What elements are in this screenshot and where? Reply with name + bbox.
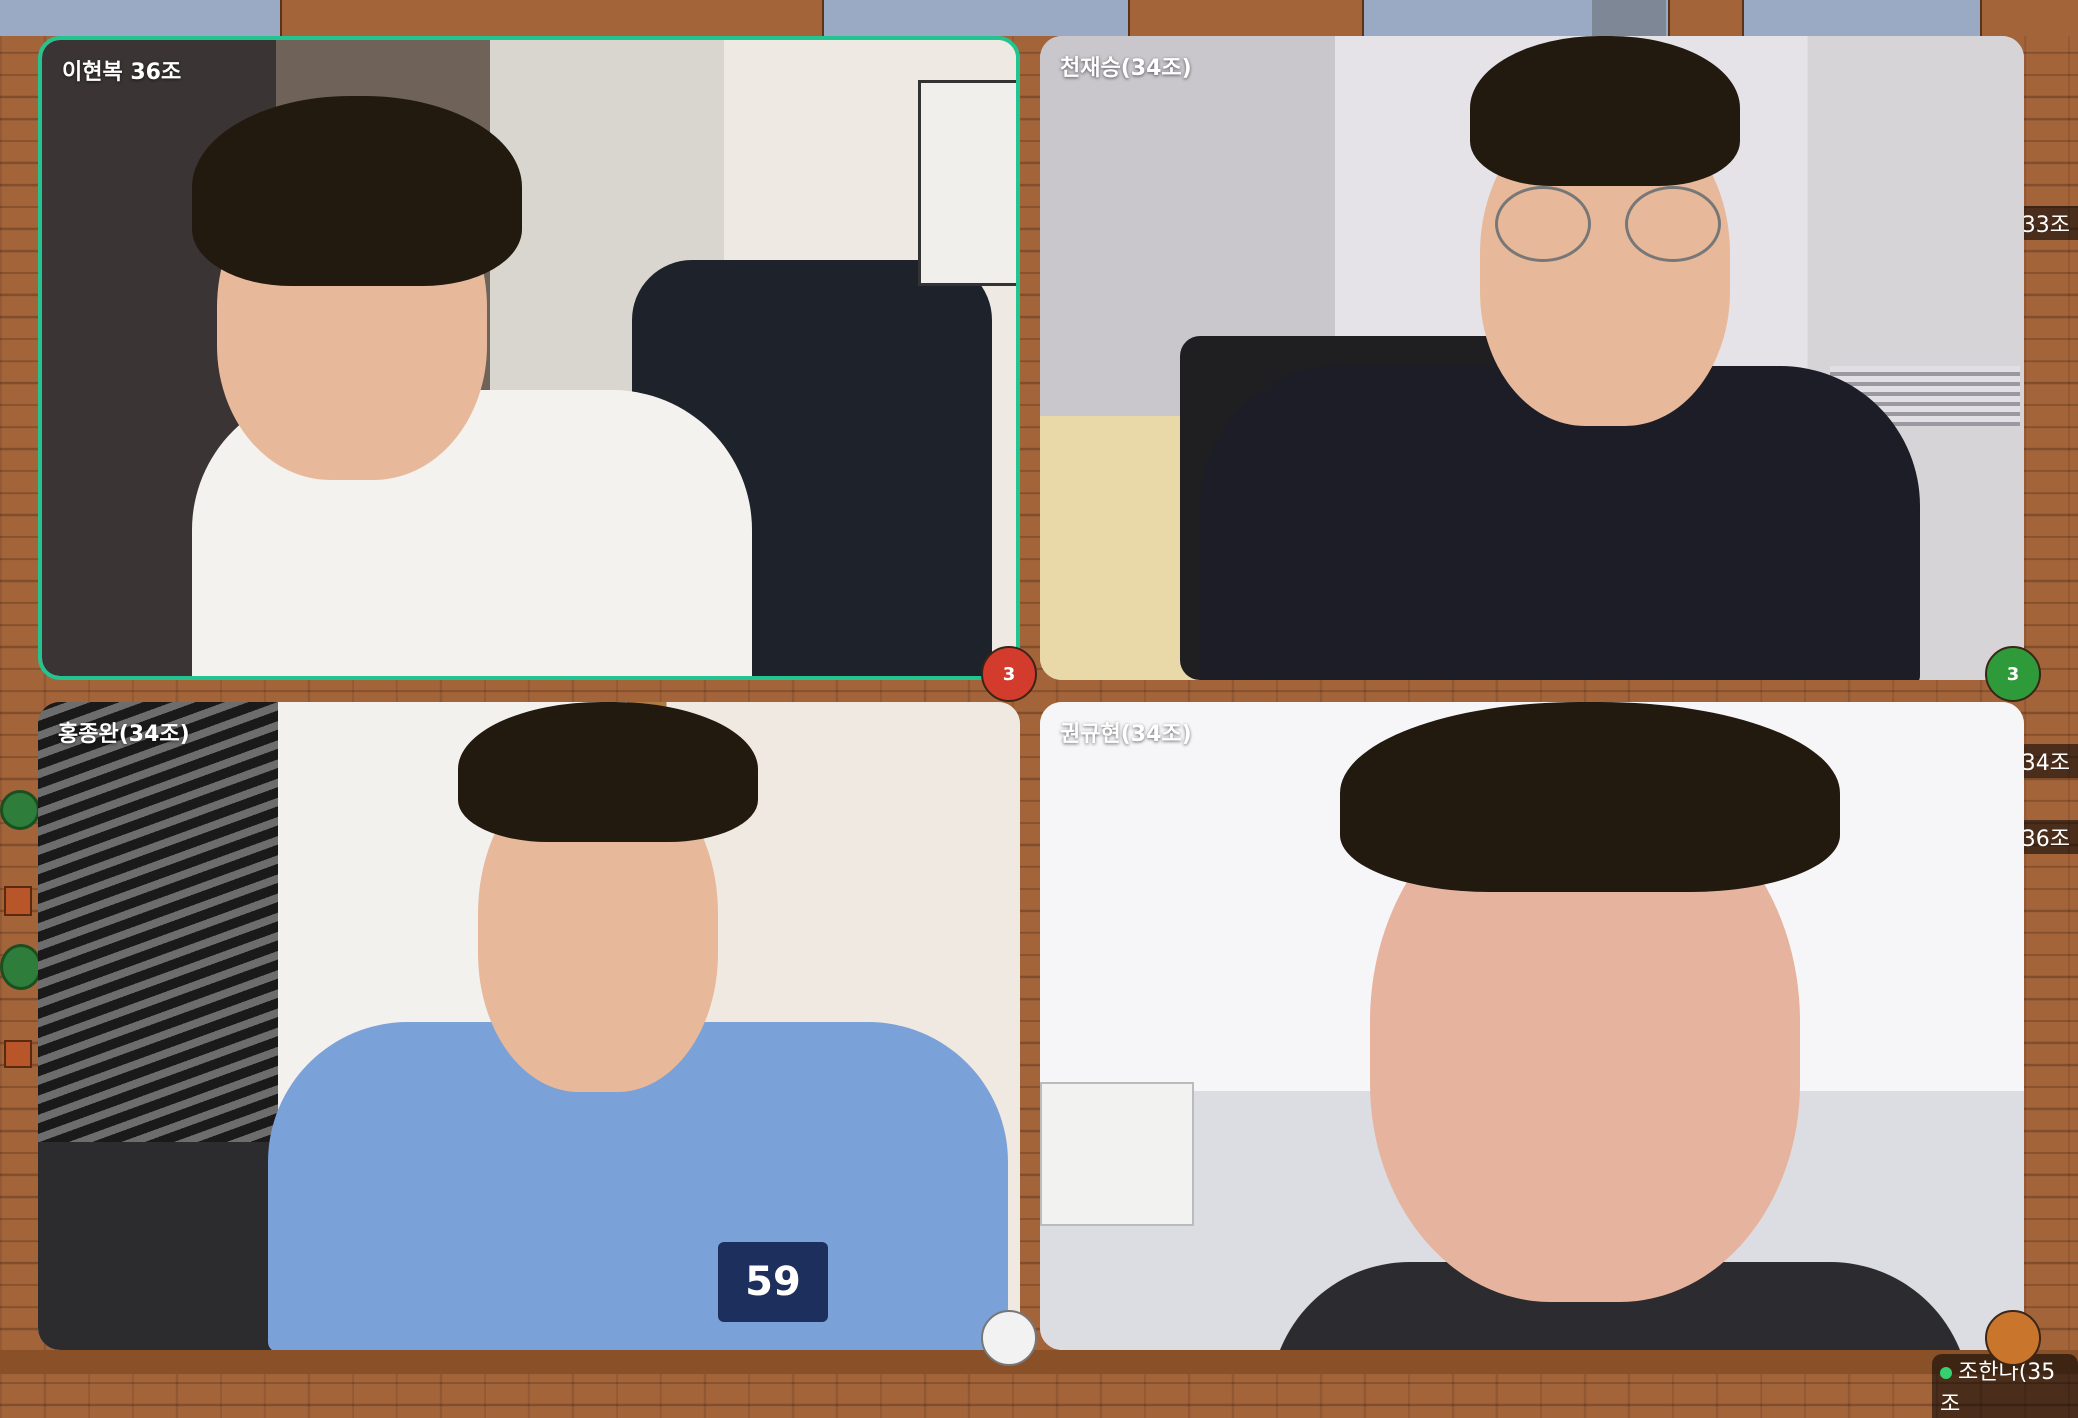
air-conditioner xyxy=(1040,1082,1194,1226)
avatar-badge: 3 xyxy=(2006,663,2020,685)
map-player-name: 조한나(35조 xyxy=(1940,1360,2056,1417)
plant-icon xyxy=(0,944,42,990)
participant-hair xyxy=(1470,36,1740,186)
map-room xyxy=(1980,0,2078,36)
participant-name: 천재승(34조) xyxy=(1060,56,1192,81)
video-tile[interactable]: 권규현(34조) xyxy=(1040,702,2024,1350)
video-tile[interactable]: 천재승(34조) xyxy=(1040,36,2024,680)
pot-icon xyxy=(4,886,32,916)
character-avatar-icon xyxy=(1985,1310,2041,1366)
pot-icon xyxy=(4,1040,32,1068)
map-pillar xyxy=(1592,0,1666,36)
video-tile[interactable]: 59 홍종완(34조) xyxy=(38,702,1020,1350)
mario-avatar-icon: 3 xyxy=(981,646,1037,702)
snowman-avatar-icon xyxy=(981,1310,1037,1366)
participant-hair xyxy=(458,702,758,842)
plant-icon xyxy=(0,790,40,830)
map-player-label: 36조 xyxy=(2015,820,2078,854)
online-status-icon xyxy=(1940,1367,1952,1379)
glasses-right-lens xyxy=(1625,186,1721,262)
game-map-bottom-strip xyxy=(0,1350,2078,1374)
window-blinds xyxy=(38,702,278,1142)
avatar-badge: 3 xyxy=(1002,663,1016,685)
glasses-left-lens xyxy=(1495,186,1591,262)
jersey-number-badge: 59 xyxy=(718,1242,828,1322)
participant-name: 권규현(34조) xyxy=(1060,722,1192,747)
map-player-label: 33조 xyxy=(2015,206,2078,240)
map-room xyxy=(280,0,824,36)
bed xyxy=(1040,416,1200,680)
map-player-label: 34조 xyxy=(2015,744,2078,778)
video-tile[interactable]: 이현복 36조 xyxy=(38,36,1020,680)
participant-hair xyxy=(192,96,522,286)
luigi-avatar-icon: 3 xyxy=(1985,646,2041,702)
game-map-top-strip xyxy=(0,0,2078,36)
map-room xyxy=(1668,0,1744,36)
participant-hair xyxy=(1340,702,1840,892)
participant-name: 홍종완(34조) xyxy=(58,722,190,747)
map-room xyxy=(1128,0,1364,36)
participant-name: 이현복 36조 xyxy=(62,60,182,85)
wall-poster xyxy=(918,80,1016,286)
